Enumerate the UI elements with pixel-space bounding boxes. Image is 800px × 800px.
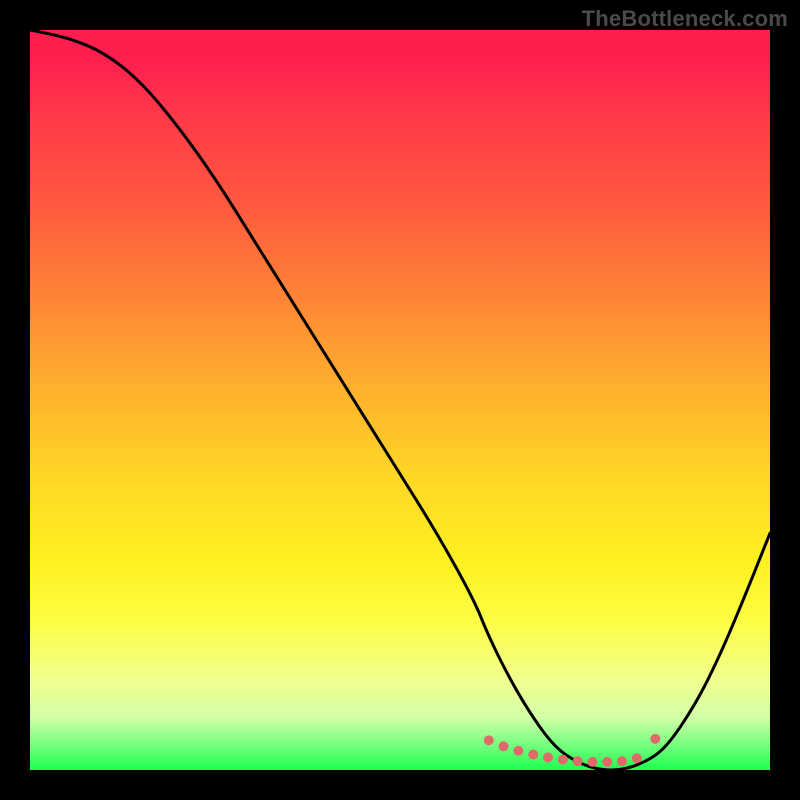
curve-layer — [30, 30, 770, 770]
highlight-dots — [484, 734, 661, 767]
highlight-dot — [528, 750, 538, 760]
highlight-dot — [587, 757, 597, 767]
highlight-dot — [543, 752, 553, 762]
highlight-dot — [558, 755, 568, 765]
plot-area — [30, 30, 770, 770]
highlight-dot — [484, 735, 494, 745]
highlight-dot — [573, 756, 583, 766]
highlight-dot — [499, 741, 509, 751]
highlight-dot — [650, 734, 660, 744]
highlight-dot — [632, 753, 642, 763]
watermark-text: TheBottleneck.com — [582, 6, 788, 32]
highlight-dot — [602, 757, 612, 767]
highlight-dot — [617, 756, 627, 766]
bottleneck-curve-path — [30, 30, 770, 770]
chart-frame: TheBottleneck.com — [0, 0, 800, 800]
highlight-dot — [513, 746, 523, 756]
